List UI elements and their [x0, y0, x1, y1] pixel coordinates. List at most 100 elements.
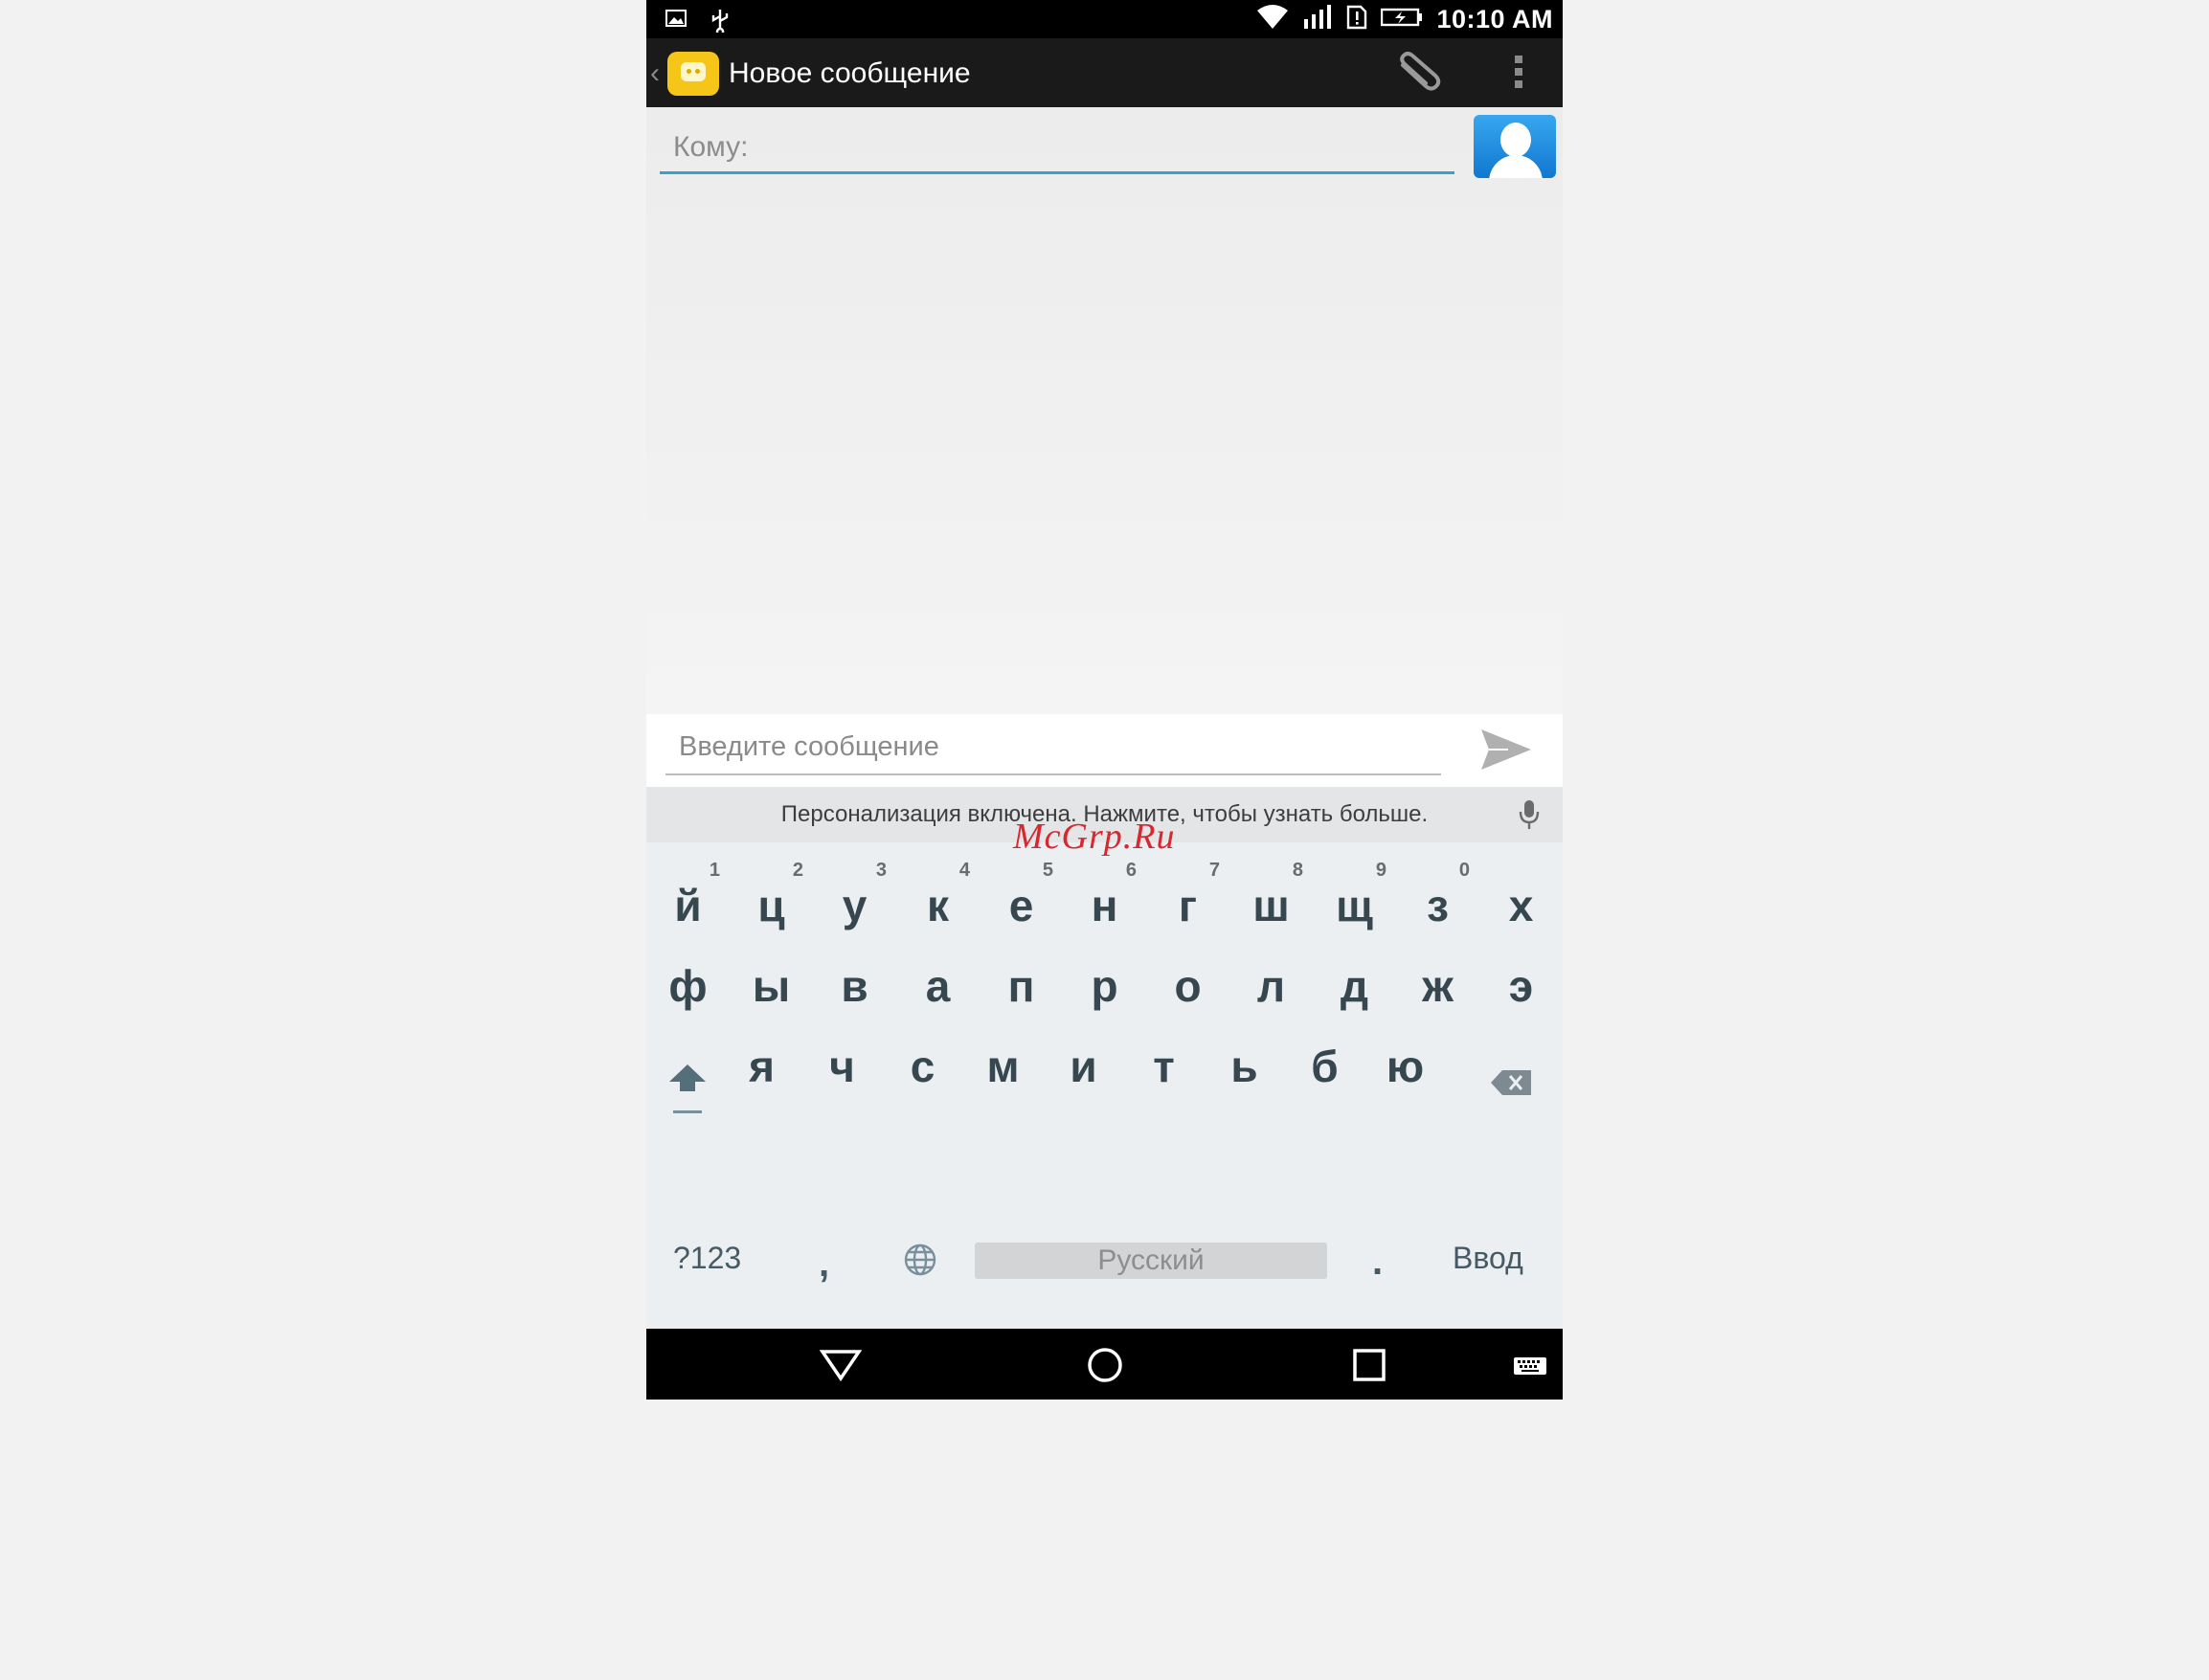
key[interactable]: ю	[1364, 1022, 1447, 1099]
recipient-area: Кому:	[646, 107, 1563, 720]
key-hint: 9	[1375, 860, 1386, 881]
keyboard-icon[interactable]	[1511, 1346, 1555, 1384]
key-label: с	[910, 1042, 935, 1091]
key-label: т	[1153, 1042, 1175, 1091]
key-label: х	[1508, 881, 1534, 930]
recipient-input[interactable]: Кому:	[660, 126, 1454, 174]
keyboard: Персонализация включена. Нажмите, чтобы …	[646, 787, 1563, 1329]
message-input[interactable]: Введите сообщение	[665, 728, 1441, 775]
key[interactable]: о	[1146, 942, 1229, 1019]
key-label: з	[1427, 881, 1449, 930]
key-label: в	[841, 961, 868, 1011]
key-label: к	[926, 881, 950, 930]
comma-key[interactable]: ,	[819, 1243, 829, 1286]
key[interactable]: г7	[1146, 860, 1229, 938]
key-hint: 7	[1208, 860, 1220, 881]
key[interactable]: а	[896, 942, 980, 1019]
microphone-icon[interactable]	[1518, 798, 1541, 831]
key[interactable]: и	[1042, 1022, 1125, 1099]
key-hint: 2	[792, 860, 803, 881]
send-button[interactable]	[1479, 726, 1533, 773]
key-hint: 3	[875, 860, 887, 881]
key-label: ф	[668, 961, 708, 1011]
key[interactable]: м	[961, 1022, 1045, 1099]
key[interactable]: ь	[1203, 1022, 1286, 1099]
signal-3g-icon	[1302, 4, 1333, 35]
key-hint: 4	[958, 860, 970, 881]
key[interactable]: б	[1283, 1022, 1366, 1099]
shift-key[interactable]	[665, 1061, 710, 1131]
key[interactable]: у3	[813, 860, 896, 938]
space-key[interactable]: Русский	[975, 1243, 1327, 1279]
battery-charging-icon	[1381, 7, 1423, 33]
key[interactable]: й1	[646, 860, 730, 938]
key[interactable]: з0	[1396, 860, 1479, 938]
key[interactable]: щ9	[1313, 860, 1396, 938]
key-label: п	[1007, 961, 1035, 1011]
backspace-key[interactable]	[1489, 1066, 1535, 1107]
key[interactable]: ч	[800, 1022, 884, 1099]
key-label: ь	[1230, 1042, 1258, 1091]
key-label: о	[1174, 961, 1202, 1011]
enter-key[interactable]: Ввод	[1453, 1241, 1523, 1276]
key-label: б	[1311, 1042, 1339, 1091]
key-hint: 8	[1292, 860, 1303, 881]
sim-alert-icon	[1346, 5, 1367, 34]
key[interactable]: т	[1122, 1022, 1206, 1099]
key[interactable]: ш8	[1229, 860, 1313, 938]
backspace-icon	[1491, 1070, 1531, 1095]
add-contact-button[interactable]	[1474, 115, 1556, 178]
send-icon	[1481, 729, 1531, 770]
key-label: д	[1340, 961, 1369, 1011]
watermark: McGrp.Ru	[1013, 817, 1176, 857]
action-bar: ‹ Новое сообщение	[646, 38, 1563, 107]
messaging-app-icon[interactable]	[667, 52, 719, 96]
key[interactable]: ж	[1396, 942, 1479, 1019]
paperclip-icon[interactable]	[1393, 52, 1445, 94]
home-circle-icon[interactable]	[1083, 1346, 1127, 1384]
key-label: ц	[757, 881, 785, 930]
overflow-menu-icon[interactable]	[1513, 56, 1524, 94]
key-label: н	[1091, 881, 1118, 930]
globe-icon	[904, 1243, 936, 1276]
key[interactable]: л	[1229, 942, 1313, 1019]
key[interactable]: х	[1479, 862, 1563, 938]
shift-icon	[669, 1064, 706, 1113]
key-label: ж	[1422, 961, 1454, 1011]
key-label: й	[674, 881, 702, 930]
key-label: ю	[1386, 1042, 1425, 1091]
clock: 10:10 AM	[1436, 5, 1553, 34]
key-hint: 0	[1458, 860, 1470, 881]
key-hint: 1	[709, 860, 720, 881]
key[interactable]: ц2	[730, 860, 813, 938]
key[interactable]: ф	[646, 942, 730, 1019]
key[interactable]: к4	[896, 860, 980, 938]
back-caret-icon[interactable]: ‹	[650, 57, 660, 90]
key-hint: 6	[1125, 860, 1137, 881]
key-label: ы	[752, 961, 791, 1011]
key-label: ч	[829, 1042, 855, 1091]
period-key[interactable]: .	[1372, 1241, 1383, 1284]
key-label: а	[925, 961, 951, 1011]
recents-square-icon[interactable]	[1347, 1346, 1391, 1384]
language-key[interactable]	[903, 1243, 937, 1285]
navigation-bar	[646, 1329, 1563, 1400]
key-label: я	[749, 1042, 775, 1091]
key[interactable]: э	[1479, 942, 1563, 1019]
key-label: ш	[1252, 881, 1290, 930]
key[interactable]: ы	[730, 942, 813, 1019]
key[interactable]: с	[881, 1022, 964, 1099]
key[interactable]: д	[1313, 942, 1396, 1019]
status-bar: 10:10 AM	[646, 0, 1563, 38]
back-triangle-icon[interactable]	[819, 1346, 863, 1384]
usb-icon	[710, 8, 731, 37]
key[interactable]: в	[813, 942, 896, 1019]
key[interactable]: я	[720, 1022, 803, 1099]
key[interactable]: р	[1063, 942, 1146, 1019]
key[interactable]: п	[980, 942, 1063, 1019]
key-hint: 5	[1042, 860, 1053, 881]
key[interactable]: н6	[1063, 860, 1146, 938]
symbols-key[interactable]: ?123	[673, 1241, 741, 1276]
key[interactable]: е5	[980, 860, 1063, 938]
key-label: г	[1178, 881, 1198, 930]
